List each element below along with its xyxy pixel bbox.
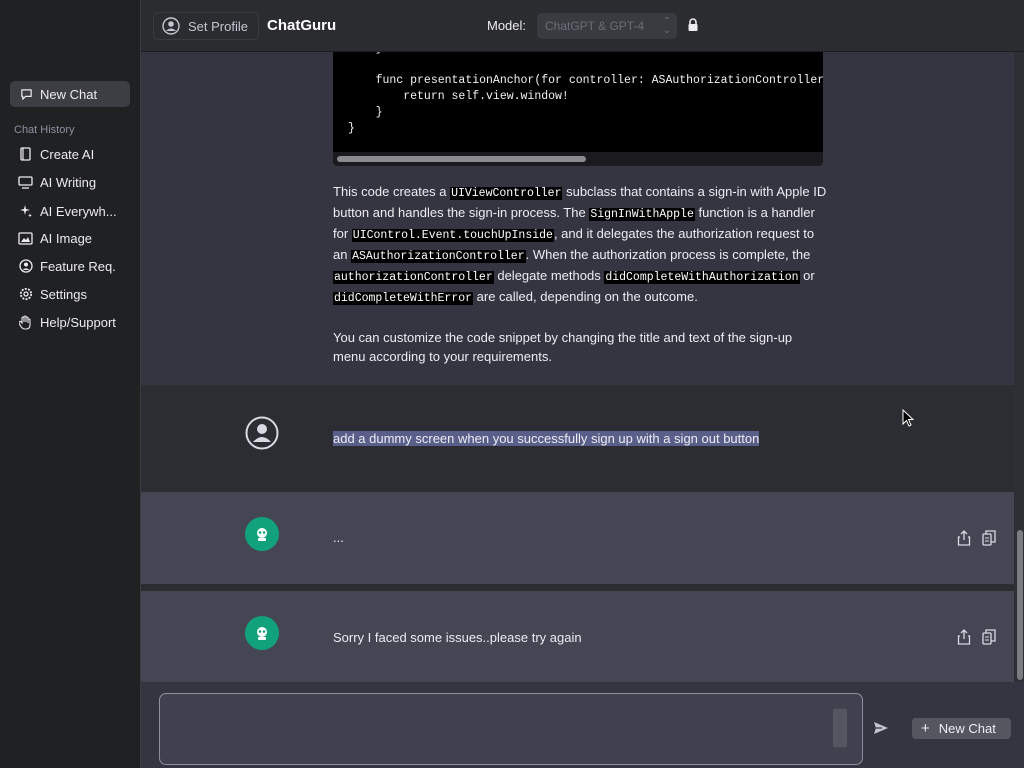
- sidebar: New Chat Chat History Create AI AI Writi…: [0, 0, 141, 768]
- sidebar-item-ai-everywhere[interactable]: AI Everywh...: [18, 201, 117, 221]
- chat-bubble-icon: [19, 87, 33, 101]
- chat-scrollbar[interactable]: [1014, 52, 1024, 682]
- sidebar-item-label: AI Writing: [40, 174, 97, 190]
- message-actions: [957, 629, 997, 645]
- code-line: return self.view.window!: [348, 90, 569, 103]
- code-horizontal-scrollbar[interactable]: [333, 152, 823, 166]
- model-label: Model:: [487, 18, 527, 33]
- sidebar-item-label: AI Everywh...: [40, 203, 117, 219]
- message-input[interactable]: [159, 693, 863, 765]
- code-scroll-thumb[interactable]: [337, 156, 586, 162]
- ai-message-text: Sorry I faced some issues..please try ag…: [333, 630, 582, 645]
- image-icon: [18, 231, 33, 246]
- message-actions: [957, 530, 997, 546]
- code-block: } func presentationAnchor(for controller…: [333, 52, 823, 166]
- sparkle-icon: [18, 204, 33, 219]
- bot-avatar-icon: [245, 616, 279, 650]
- chat-history-title: Chat History: [14, 124, 75, 136]
- copy-icon[interactable]: [982, 530, 997, 546]
- ai-paragraph-1: This code creates a UIViewController sub…: [333, 184, 827, 305]
- set-profile-label: Set Profile: [188, 18, 248, 34]
- code-line: }: [348, 122, 355, 135]
- sidebar-item-help-support[interactable]: Help/Support: [18, 312, 116, 332]
- book-icon: [18, 147, 33, 162]
- chevron-updown-icon: ⌃ ⌄: [662, 16, 671, 36]
- sidebar-item-feature-request[interactable]: Feature Req.: [18, 256, 116, 276]
- sidebar-new-chat-label: New Chat: [40, 86, 98, 102]
- user-message-row: add a dummy screen when you successfully…: [141, 385, 1014, 492]
- person-circle-icon: [18, 259, 33, 274]
- sidebar-item-label: Create AI: [40, 146, 95, 162]
- ai-message-row: ...: [141, 492, 1014, 584]
- sidebar-item-label: Feature Req.: [40, 258, 116, 274]
- new-chat-label: New Chat: [938, 721, 996, 736]
- sidebar-item-label: Help/Support: [40, 314, 116, 330]
- ai-message-text: ...: [333, 530, 344, 545]
- monitor-icon: [18, 175, 33, 190]
- hand-icon: [18, 314, 33, 330]
- sidebar-new-chat-button[interactable]: New Chat: [10, 81, 130, 107]
- share-icon[interactable]: [957, 629, 972, 645]
- code-line: func presentationAnchor(for controller: …: [348, 74, 823, 87]
- bot-avatar-icon: [245, 517, 279, 551]
- new-chat-button[interactable]: + New Chat: [912, 718, 1011, 739]
- user-avatar-icon: [245, 416, 279, 450]
- sidebar-item-ai-image[interactable]: AI Image: [18, 228, 92, 248]
- user-message-text: add a dummy screen when you successfully…: [333, 431, 760, 446]
- plus-icon: +: [921, 720, 930, 737]
- model-select-value: ChatGPT & GPT-4: [545, 19, 645, 33]
- code-line: }: [348, 52, 383, 55]
- ai-paragraph-2: You can customize the code snippet by ch…: [333, 330, 793, 364]
- copy-icon[interactable]: [982, 629, 997, 645]
- top-header: Set Profile ChatGuru Model: ChatGPT & GP…: [141, 0, 1024, 52]
- ai-message-row: Sorry I faced some issues..please try ag…: [141, 591, 1014, 682]
- code-line: }: [348, 106, 383, 119]
- set-profile-button[interactable]: Set Profile: [153, 12, 259, 40]
- mouse-cursor-icon: [902, 408, 915, 427]
- sidebar-item-create-ai[interactable]: Create AI: [18, 144, 94, 164]
- composer: + New Chat: [141, 682, 1024, 768]
- model-select[interactable]: ChatGPT & GPT-4 ⌃ ⌄: [537, 13, 677, 39]
- chat-content: } func presentationAnchor(for controller…: [141, 52, 1014, 682]
- lock-icon: [687, 18, 699, 32]
- profile-icon: [162, 17, 180, 35]
- send-icon[interactable]: [873, 720, 889, 736]
- sidebar-item-ai-writing[interactable]: AI Writing: [18, 172, 96, 192]
- sidebar-item-label: AI Image: [40, 230, 93, 246]
- gear-icon: [18, 287, 33, 302]
- sidebar-item-label: Settings: [40, 286, 87, 302]
- row-separator: [141, 584, 1014, 591]
- input-scrollbar[interactable]: [833, 709, 847, 747]
- chat-scroll-thumb[interactable]: [1017, 530, 1023, 680]
- app-title: ChatGuru: [267, 17, 337, 34]
- sidebar-item-settings[interactable]: Settings: [18, 284, 87, 304]
- share-icon[interactable]: [957, 530, 972, 546]
